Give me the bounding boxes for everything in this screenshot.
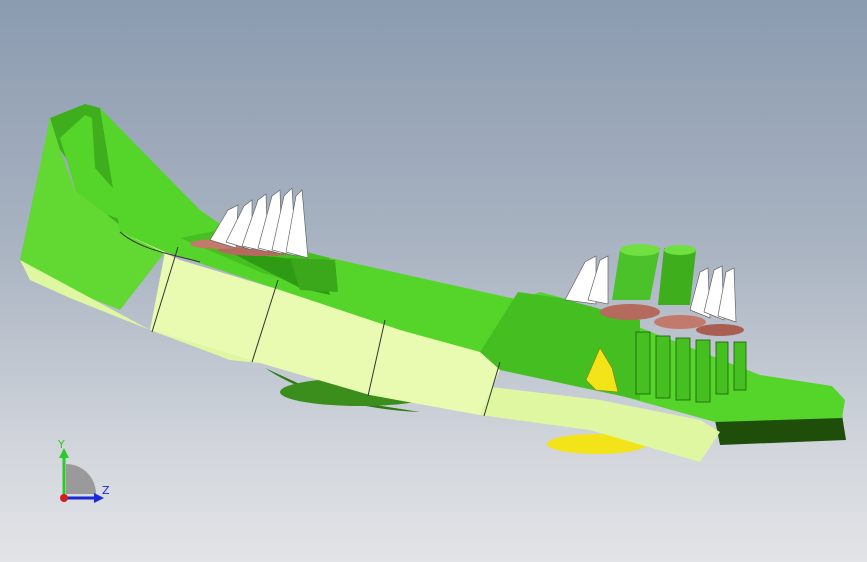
3d-assembly-model[interactable] xyxy=(0,0,867,562)
green-cylinders xyxy=(612,244,696,305)
z-axis-label: Z xyxy=(102,484,110,497)
3d-model-viewport[interactable]: Y Z xyxy=(0,0,867,562)
triad-plane-shadow xyxy=(66,464,96,494)
origin-dot xyxy=(60,494,68,502)
y-axis-label: Y xyxy=(57,438,65,451)
coordinate-triad: Y Z xyxy=(57,438,110,503)
